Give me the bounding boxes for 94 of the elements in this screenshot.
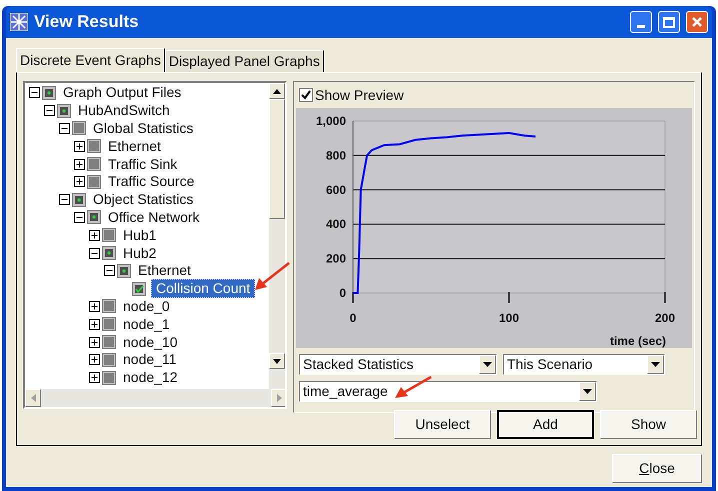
close-button[interactable]: Close	[612, 454, 702, 483]
dropdown-arrow-icon	[583, 389, 592, 394]
checkbox[interactable]	[299, 88, 313, 102]
tab[interactable]: Displayed Panel Graphs	[164, 50, 324, 72]
left-arrow-icon	[30, 394, 36, 402]
tab[interactable]: Discrete Event Graphs	[16, 48, 165, 72]
tree-item[interactable]: Hub1	[121, 226, 158, 244]
dropdown[interactable]: This Scenario	[503, 354, 665, 375]
right-arrow-icon	[276, 394, 282, 402]
tree-item[interactable]: HubAndSwitch	[76, 102, 172, 120]
expand-toggle[interactable]	[74, 176, 85, 188]
checkbox[interactable]	[132, 282, 146, 296]
checkbox[interactable]	[102, 299, 116, 314]
axis-label: 1,000	[316, 114, 346, 128]
collapse-toggle[interactable]	[44, 105, 55, 116]
axis-label: 200	[654, 311, 676, 325]
checkbox[interactable]	[87, 210, 101, 224]
expand-toggle[interactable]	[74, 140, 85, 152]
checkbox[interactable]	[117, 264, 131, 278]
tree-item[interactable]: node_1	[121, 316, 172, 333]
checkbox[interactable]	[42, 86, 56, 100]
tree-item[interactable]: node_11	[121, 351, 178, 368]
dropdown-arrow-icon	[651, 362, 660, 367]
checkbox[interactable]	[102, 317, 116, 332]
checkbox[interactable]	[87, 157, 101, 172]
annotation-arrow	[253, 261, 291, 291]
expand-toggle[interactable]	[89, 230, 100, 241]
expand-toggle[interactable]	[74, 158, 85, 170]
dialog-button[interactable]: Add	[497, 410, 594, 439]
window-title: View Results	[34, 11, 139, 34]
checkbox[interactable]	[72, 192, 86, 207]
tree-item[interactable]: Office Network	[106, 208, 202, 226]
collapse-toggle[interactable]	[29, 87, 40, 98]
axis-label: 0	[350, 311, 356, 325]
annotation-arrow	[393, 375, 433, 401]
axis-label: 200	[326, 252, 346, 266]
up-arrow-icon	[273, 88, 281, 94]
axis-label: 100	[498, 311, 520, 325]
checkbox[interactable]	[72, 121, 86, 136]
minimize-button[interactable]	[630, 11, 652, 33]
tree-item[interactable]: Traffic Source	[106, 173, 196, 190]
checkbox[interactable]	[57, 104, 71, 118]
axis-label: 800	[326, 148, 346, 162]
collapse-toggle[interactable]	[74, 212, 85, 223]
vertical-scrollbar[interactable]	[269, 83, 285, 389]
close-button[interactable]	[686, 11, 708, 33]
expand-toggle[interactable]	[89, 336, 100, 348]
tree-item[interactable]: node_12	[121, 369, 180, 386]
checkbox[interactable]	[102, 370, 116, 385]
tree-item[interactable]: Traffic Sink	[106, 156, 180, 173]
minimize-icon	[637, 25, 645, 28]
expand-toggle[interactable]	[89, 372, 100, 384]
checkbox[interactable]	[102, 246, 116, 260]
checkbox[interactable]	[102, 228, 116, 242]
checkbox[interactable]	[87, 139, 101, 154]
expand-toggle[interactable]	[89, 318, 100, 330]
dialog-button[interactable]: Unselect	[394, 410, 491, 439]
dropdown[interactable]: time_average	[299, 381, 597, 402]
expand-toggle[interactable]	[89, 354, 100, 366]
maximize-button[interactable]	[658, 11, 680, 33]
axis-label: 0	[339, 286, 346, 300]
axis-label: 400	[326, 217, 346, 232]
tree-item[interactable]: node_10	[121, 334, 180, 351]
tick-mark	[352, 292, 354, 303]
tree-item[interactable]: Global Statistics	[91, 120, 196, 137]
tree-item[interactable]: node_0	[121, 298, 172, 315]
scroll-thumb[interactable]	[269, 99, 285, 219]
tree-item[interactable]: Ethernet	[136, 262, 193, 280]
tick-mark	[508, 292, 510, 303]
checkbox[interactable]	[102, 335, 116, 350]
horizontal-scrollbar[interactable]	[25, 389, 285, 407]
tree-item[interactable]: Hub2	[121, 244, 158, 262]
close-icon	[691, 16, 703, 28]
down-arrow-icon	[273, 358, 281, 364]
collapse-toggle[interactable]	[89, 248, 100, 259]
dropdown[interactable]: Stacked Statistics	[299, 354, 497, 375]
expand-toggle[interactable]	[89, 300, 100, 312]
dialog-button[interactable]: Show	[600, 410, 697, 439]
tree-item[interactable]: Object Statistics	[91, 191, 196, 208]
axis-label: 600	[326, 182, 346, 197]
checkbox[interactable]	[102, 352, 116, 367]
collapse-toggle[interactable]	[59, 122, 70, 134]
star-icon	[10, 13, 28, 31]
checkbox-label: Show Preview	[315, 86, 404, 104]
tree-item[interactable]: Ethernet	[106, 138, 163, 155]
collapse-toggle[interactable]	[59, 194, 70, 206]
dropdown-arrow-icon	[483, 362, 492, 367]
tick-mark	[664, 292, 666, 303]
collapse-toggle[interactable]	[104, 265, 115, 276]
checkbox[interactable]	[87, 174, 101, 189]
maximize-icon	[663, 16, 675, 28]
axis-title: time (sec)	[610, 334, 666, 348]
tree-item[interactable]: Collision Count	[151, 279, 256, 298]
tree-item[interactable]: Graph Output Files	[61, 84, 184, 102]
